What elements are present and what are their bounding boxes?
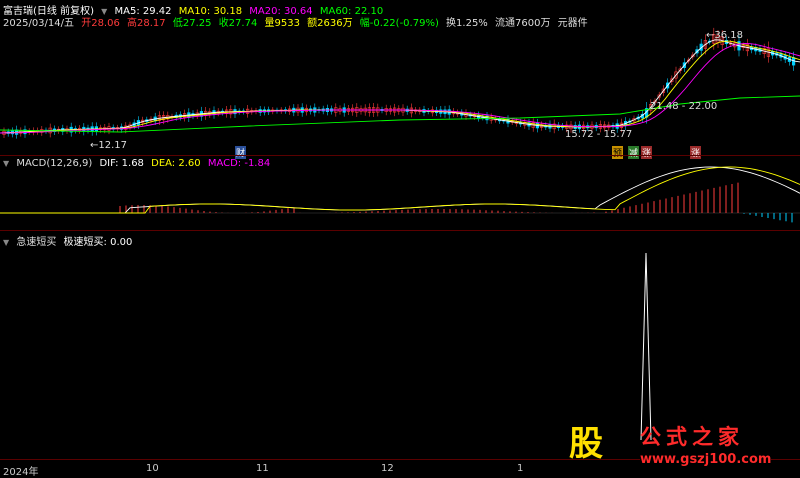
- x-axis-label: 2024年: [3, 467, 39, 478]
- macd-value: MACD: -1.84: [207, 158, 271, 169]
- x-axis-label: 1: [517, 463, 524, 474]
- macd-title: MACD(12,26,9): [16, 158, 93, 169]
- watermark-site-name: 公式之家: [640, 425, 744, 449]
- macd-histogram: [0, 182, 800, 223]
- high-value: 高28.17: [127, 18, 166, 29]
- panel-divider-1: [0, 155, 800, 156]
- marker-jian[interactable]: 减: [628, 146, 640, 159]
- moving-average-lines: [0, 39, 800, 134]
- signal-header: ▼ 急速短买 极速短买: 0.00: [3, 233, 136, 248]
- watermark-logo-icon: 股: [562, 422, 610, 466]
- low-price-label: ←12.17: [90, 140, 127, 151]
- marker-yu[interactable]: 预: [612, 146, 624, 159]
- low-price-value: 12.17: [98, 140, 128, 151]
- marker-zhang-2[interactable]: 涨: [690, 146, 702, 159]
- x-axis-label: 10: [146, 463, 159, 474]
- open-value: 开28.06: [81, 18, 120, 29]
- change-value: 幅-0.22(-0.79%): [359, 18, 439, 29]
- sector-value: 元器件: [557, 18, 588, 29]
- x-axis-label: 11: [256, 463, 269, 474]
- triangle-icon: ▼: [3, 159, 10, 168]
- turnover-value: 换1.25%: [446, 18, 488, 29]
- macd-header: ▼ MACD(12,26,9) DIF: 1.68 DEA: 2.60 MACD…: [3, 158, 274, 169]
- dif-value: DIF: 1.68: [99, 158, 144, 169]
- dea-value: DEA: 2.60: [151, 158, 201, 169]
- high-price-label: ←36.18: [706, 30, 743, 41]
- range-label-2: 21.48 - 22.00: [650, 101, 718, 112]
- float-value: 流通7600万: [495, 18, 551, 29]
- amount-value: 额2636万: [307, 18, 353, 29]
- ma10-line: [0, 40, 800, 134]
- low-value: 低27.25: [172, 18, 212, 29]
- marker-zhang[interactable]: 涨: [641, 146, 653, 159]
- signal-spike: [640, 252, 652, 441]
- candlesticks: [2, 27, 796, 139]
- price-header-row2: 2025/03/14/五 开28.06 高28.17 低27.25 收27.74…: [3, 14, 592, 29]
- close-value: 收27.74: [218, 18, 258, 29]
- watermark-logo-char: 股: [569, 424, 603, 464]
- high-price-value: 36.18: [714, 30, 744, 41]
- triangle-icon: ▼: [3, 238, 10, 247]
- date-label: 2025/03/14/五: [3, 18, 75, 29]
- volume-value: 量9533: [264, 18, 300, 29]
- signal-spike-line: [640, 252, 652, 441]
- ma5-line: [0, 39, 800, 134]
- signal-value: 极速短买: 0.00: [63, 237, 133, 248]
- signal-title: 急速短买: [16, 237, 57, 248]
- range-label-1: 15.72 - 15.77: [565, 129, 633, 140]
- watermark-url: www.gszj100.com: [640, 452, 772, 467]
- panel-divider-2: [0, 230, 800, 231]
- x-axis-label: 12: [381, 463, 394, 474]
